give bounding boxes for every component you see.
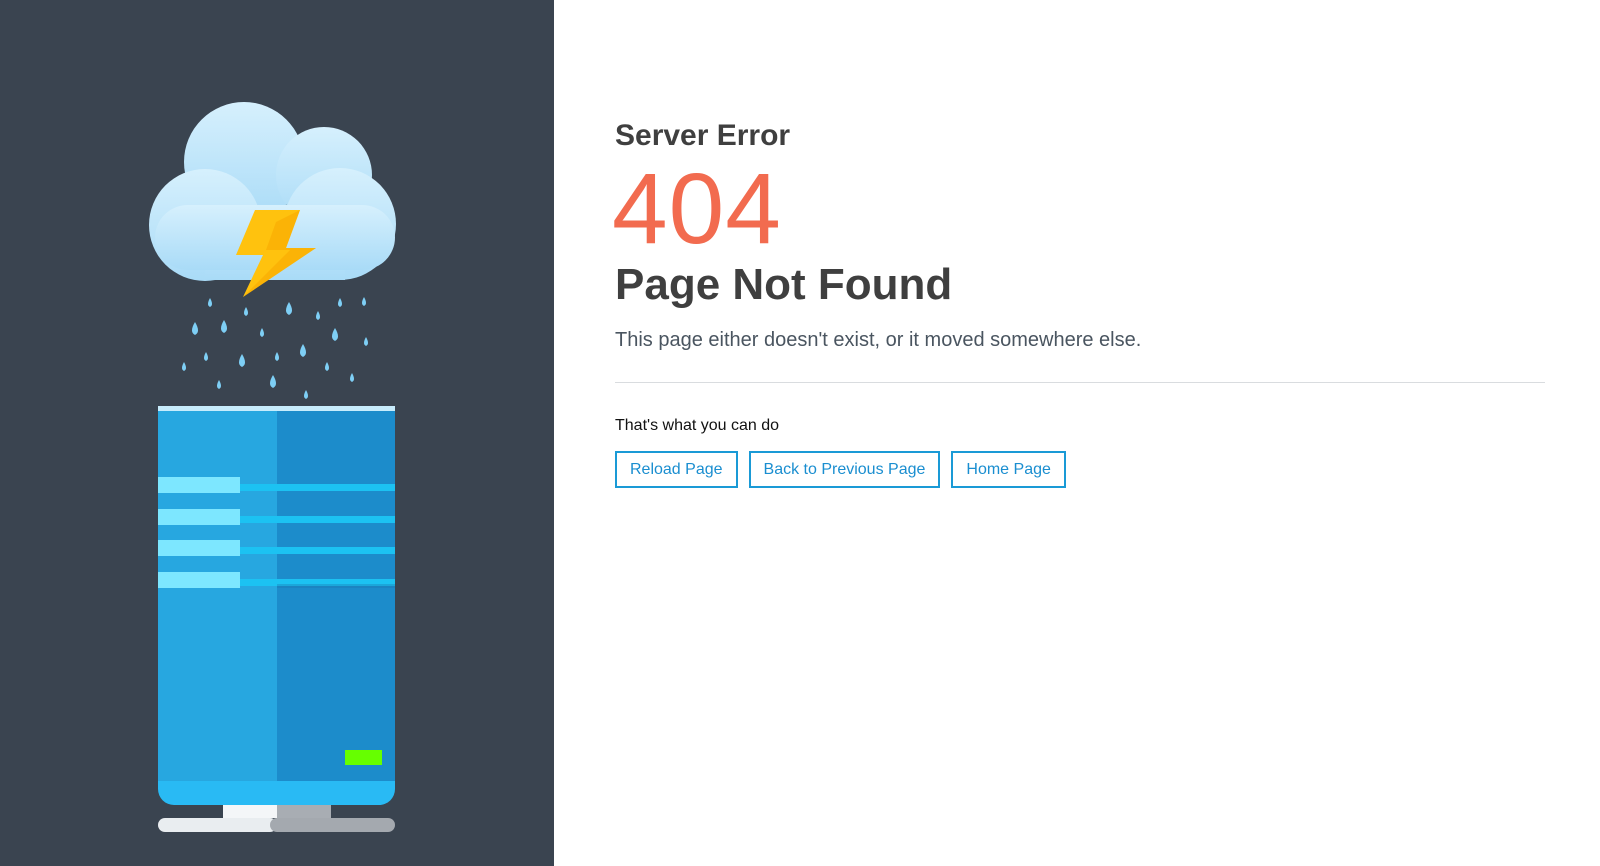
illustration-panel bbox=[0, 0, 554, 866]
error-content: Server Error 404 Page Not Found This pag… bbox=[612, 118, 1545, 489]
error-description: This page either doesn't exist, or it mo… bbox=[615, 329, 1142, 352]
back-to-previous-page-button[interactable]: Back to Previous Page bbox=[748, 451, 941, 489]
status-led-icon bbox=[345, 750, 382, 765]
action-buttons: Reload Page Back to Previous Page Home P… bbox=[615, 451, 1545, 489]
divider bbox=[615, 382, 1545, 384]
page-title: Page Not Found bbox=[615, 260, 953, 309]
error-subtitle: Server Error bbox=[615, 119, 791, 152]
storm-cloud-server-icon bbox=[149, 102, 396, 832]
reload-page-button[interactable]: Reload Page bbox=[615, 451, 738, 489]
actions-label: That's what you can do bbox=[615, 417, 780, 435]
rain-icon bbox=[182, 297, 368, 399]
content-panel: Server Error 404 Page Not Found This pag… bbox=[554, 0, 1600, 866]
server-icon bbox=[158, 406, 395, 832]
home-page-button[interactable]: Home Page bbox=[951, 451, 1066, 489]
error-page: Server Error 404 Page Not Found This pag… bbox=[0, 0, 1600, 866]
error-code: 404 bbox=[612, 153, 782, 265]
